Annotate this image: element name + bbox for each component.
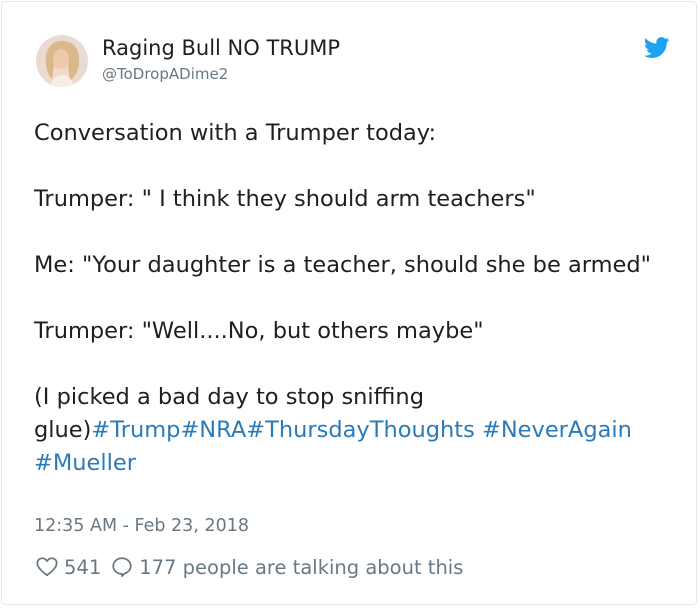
tweet-line-with-hashtags: (I picked a bad day to stop sniffing glu…: [34, 381, 654, 480]
hashtag-link[interactable]: #Trump: [91, 417, 180, 443]
like-button[interactable]: 541: [36, 556, 111, 579]
tweet-line: Conversation with a Trumper today:: [34, 120, 437, 146]
speech-bubble-icon: [111, 556, 133, 578]
tweet-card: Raging Bull NO TRUMP @ToDropADime2 Conve…: [1, 1, 697, 605]
hashtag-link[interactable]: #NRA: [180, 417, 246, 443]
hashtag-link[interactable]: #NeverAgain: [482, 417, 632, 443]
tweet-actions: 541 177 people are talking about this: [36, 553, 463, 581]
tweet-line: Trumper: " I think they should arm teach…: [34, 186, 536, 212]
hashtag-link[interactable]: #ThursdayThoughts: [246, 417, 475, 443]
profile-photo: [36, 35, 88, 87]
tweet-body: Conversation with a Trumper today: Trump…: [34, 117, 654, 480]
hashtag-link[interactable]: #Mueller: [34, 450, 136, 476]
heart-icon: [36, 556, 58, 578]
user-handle[interactable]: @ToDropADime2: [102, 65, 228, 83]
reply-button[interactable]: 177 people are talking about this: [111, 556, 463, 579]
display-name[interactable]: Raging Bull NO TRUMP: [102, 36, 340, 60]
like-count: 541: [64, 555, 102, 579]
tweet-timestamp[interactable]: 12:35 AM - Feb 23, 2018: [34, 516, 249, 536]
avatar[interactable]: [36, 35, 88, 87]
tweet-line: Trumper: "Well....No, but others maybe": [34, 318, 484, 344]
talking-about-text: 177 people are talking about this: [139, 555, 464, 579]
twitter-bird-icon[interactable]: [643, 37, 670, 59]
tweet-line: Me: "Your daughter is a teacher, should …: [34, 252, 651, 278]
